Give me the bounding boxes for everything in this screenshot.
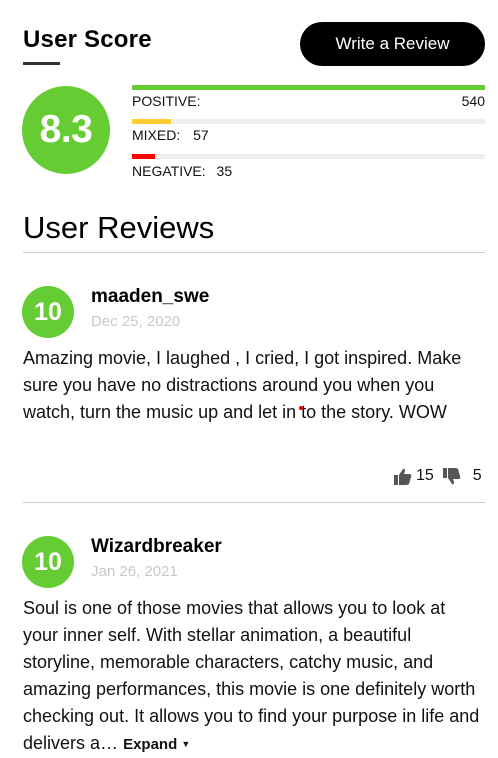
cursor-dot [299, 406, 303, 410]
positive-label: POSITIVE: [132, 93, 201, 109]
thumbs-down-icon[interactable] [442, 467, 461, 485]
thumbs-down-count: 5 [472, 467, 482, 484]
user-score-heading: User Score [23, 26, 152, 53]
user-reviews-heading: User Reviews [23, 210, 215, 245]
negative-bar [132, 154, 485, 159]
expand-button[interactable]: Expand ▼ [123, 736, 190, 753]
heading-underline [23, 62, 60, 65]
negative-bar-fill [132, 154, 155, 159]
review-score-badge: 10 [22, 286, 74, 338]
thumbs-up-icon[interactable] [394, 468, 412, 485]
review-date: Dec 25, 2020 [91, 313, 181, 330]
mixed-bar [132, 119, 485, 124]
review-votes: 15 5 [394, 467, 482, 485]
negative-count: 35 [216, 163, 233, 179]
review-text: Soul is one of those movies that allows … [23, 595, 485, 758]
positive-count: 540 [461, 93, 485, 109]
negative-label-text: NEGATIVE: [132, 163, 206, 179]
thumbs-up-count: 15 [416, 467, 434, 484]
caret-down-icon: ▼ [181, 739, 191, 749]
mixed-bar-fill [132, 119, 171, 124]
mixed-label: MIXED: 57 [132, 127, 209, 143]
review-username[interactable]: Wizardbreaker [91, 536, 222, 558]
review-username[interactable]: maaden_swe [91, 286, 209, 308]
mixed-label-text: MIXED: [132, 127, 181, 143]
review-date: Jan 26, 2021 [91, 563, 178, 580]
positive-bar [132, 85, 485, 90]
review-text: Amazing movie, I laughed , I cried, I go… [23, 348, 462, 422]
review-score-badge: 10 [22, 536, 74, 588]
user-score-badge: 8.3 [22, 86, 110, 174]
review-divider [23, 502, 485, 503]
write-review-button[interactable]: Write a Review [300, 22, 485, 66]
review-text-body: Soul is one of those movies that allows … [23, 598, 480, 753]
section-divider [23, 252, 485, 253]
negative-label: NEGATIVE: 35 [132, 163, 232, 179]
mixed-count: 57 [193, 127, 209, 143]
positive-bar-fill [132, 85, 485, 90]
expand-label: Expand [123, 736, 178, 753]
